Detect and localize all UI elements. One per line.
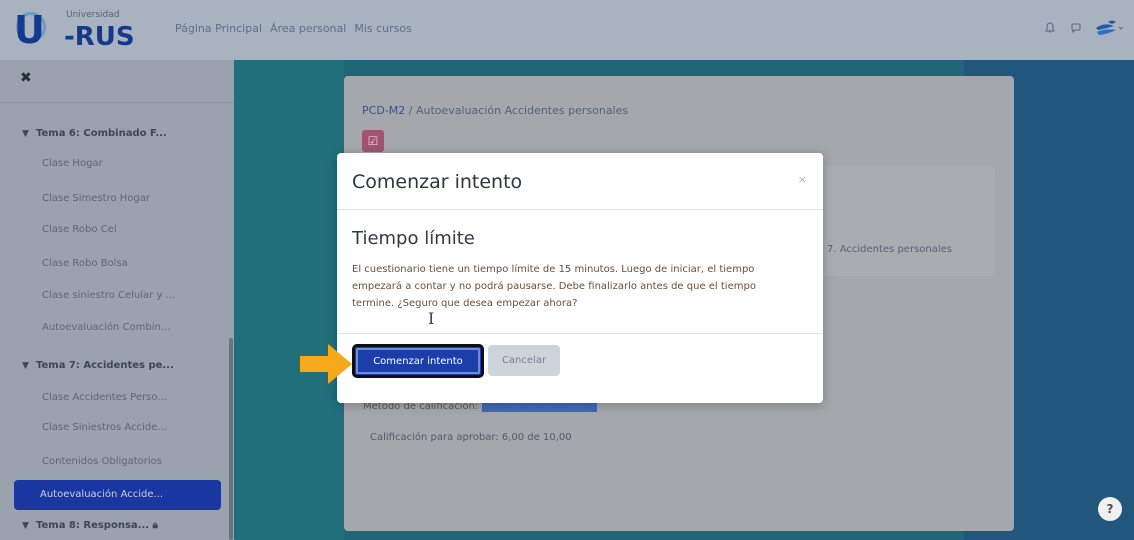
sidebar-divider [0,102,234,103]
logo-university-label: Universidad [66,10,120,20]
sidebar-section-tema6[interactable]: ▼ Tema 6: Combinado F... [0,124,222,144]
chat-icon[interactable] [1068,20,1084,36]
activity-info-text: 7. Accidentes personales [827,244,953,255]
nav-link-courses[interactable]: Mis cursos [354,22,412,35]
close-icon[interactable]: × [798,173,807,186]
help-icon[interactable]: ? [1098,497,1122,521]
user-avatar[interactable] [1094,16,1124,40]
breadcrumb-separator: / [408,104,413,117]
modal-heading: Tiempo límite [352,228,475,249]
modal-header: Comenzar intento × [337,153,823,210]
breadcrumb-current: Autoevaluación Accidentes personales [415,104,629,117]
close-icon[interactable]: ✖ [20,70,32,86]
top-navbar: U Universidad -RUS Página Principal Área… [0,0,1134,60]
text-cursor-icon: I [428,309,435,328]
arrow-right-icon [300,344,352,384]
sidebar-item-clase-hogar[interactable]: Clase Hogar [0,154,222,174]
cancel-button[interactable]: Cancelar [488,345,560,376]
nav-actions [1042,16,1124,40]
nav-link-home[interactable]: Página Principal [175,22,262,35]
brand-logo[interactable]: U Universidad -RUS [14,6,154,54]
sidebar-section-tema8[interactable]: ▼ Tema 8: Responsa... 🔒︎ [0,516,222,536]
nav-link-personal[interactable]: Área personal [270,22,346,35]
start-attempt-button[interactable]: Comenzar intento [352,344,484,378]
chevron-down-icon: ▼ [22,129,29,139]
sidebar-item-clase-robo-bolsa[interactable]: Clase Robo Bolsa [0,254,222,274]
sidebar-section-label: Tema 6: Combinado F... [36,128,167,139]
modal-footer-divider [337,333,823,334]
sidebar-scrollbar[interactable] [229,338,233,540]
sidebar-item-autoevaluacion-accidentes[interactable]: Autoevaluación Accide... [14,480,221,510]
background-band [234,60,344,540]
main-nav: Página Principal Área personal Mis curso… [175,22,412,35]
sidebar-item-clase-robo-cel[interactable]: Clase Robo Cel [0,220,222,240]
quiz-icon: ☑ [362,130,384,152]
chevron-down-icon: ▼ [22,521,29,531]
sidebar-item-clase-siniestro-celular[interactable]: Clase siniestro Celular y ... [0,286,222,306]
bell-icon[interactable] [1042,20,1058,36]
sidebar-item-contenidos-obligatorios[interactable]: Contenidos Obligatorios [0,452,222,472]
modal-title: Comenzar intento [352,171,523,193]
modal-body-text: El cuestionario tiene un tiempo límite d… [352,264,756,309]
course-index-drawer: ✖ ▼ Tema 6: Combinado F... Clase Hogar Cl… [0,60,234,540]
sidebar-item-autoevaluacion-combinado[interactable]: Autoevaluación Combin... [0,318,222,338]
activity-info-box [808,166,995,276]
breadcrumb-course-link[interactable]: PCD-M2 [362,104,405,117]
breadcrumb: PCD-M2 / Autoevaluación Accidentes perso… [362,104,628,117]
sidebar-item-clase-siniestros-accidentes[interactable]: Clase Siniestros Accide... [0,418,222,438]
logo-u: U [14,8,45,52]
sidebar-item-clase-siniestro-hogar[interactable]: Clase Simestro Hogar [0,189,222,209]
start-attempt-modal: Comenzar intento × Tiempo límite El cues… [337,153,823,403]
passing-grade: Calificación para aprobar: 6,00 de 10,00 [370,432,572,443]
chevron-down-icon: ▼ [22,361,29,371]
sidebar-section-tema7[interactable]: ▼ Tema 7: Accidentes pe... [0,356,222,376]
logo-rus: -RUS [64,22,135,52]
sidebar-section-label: Tema 7: Accidentes pe... [36,360,174,371]
lock-icon: 🔒︎ [152,520,158,531]
sidebar-item-clase-accidentes[interactable]: Clase Accidentes Perso... [0,388,222,408]
sidebar-section-label: Tema 8: Responsa... [36,520,150,531]
